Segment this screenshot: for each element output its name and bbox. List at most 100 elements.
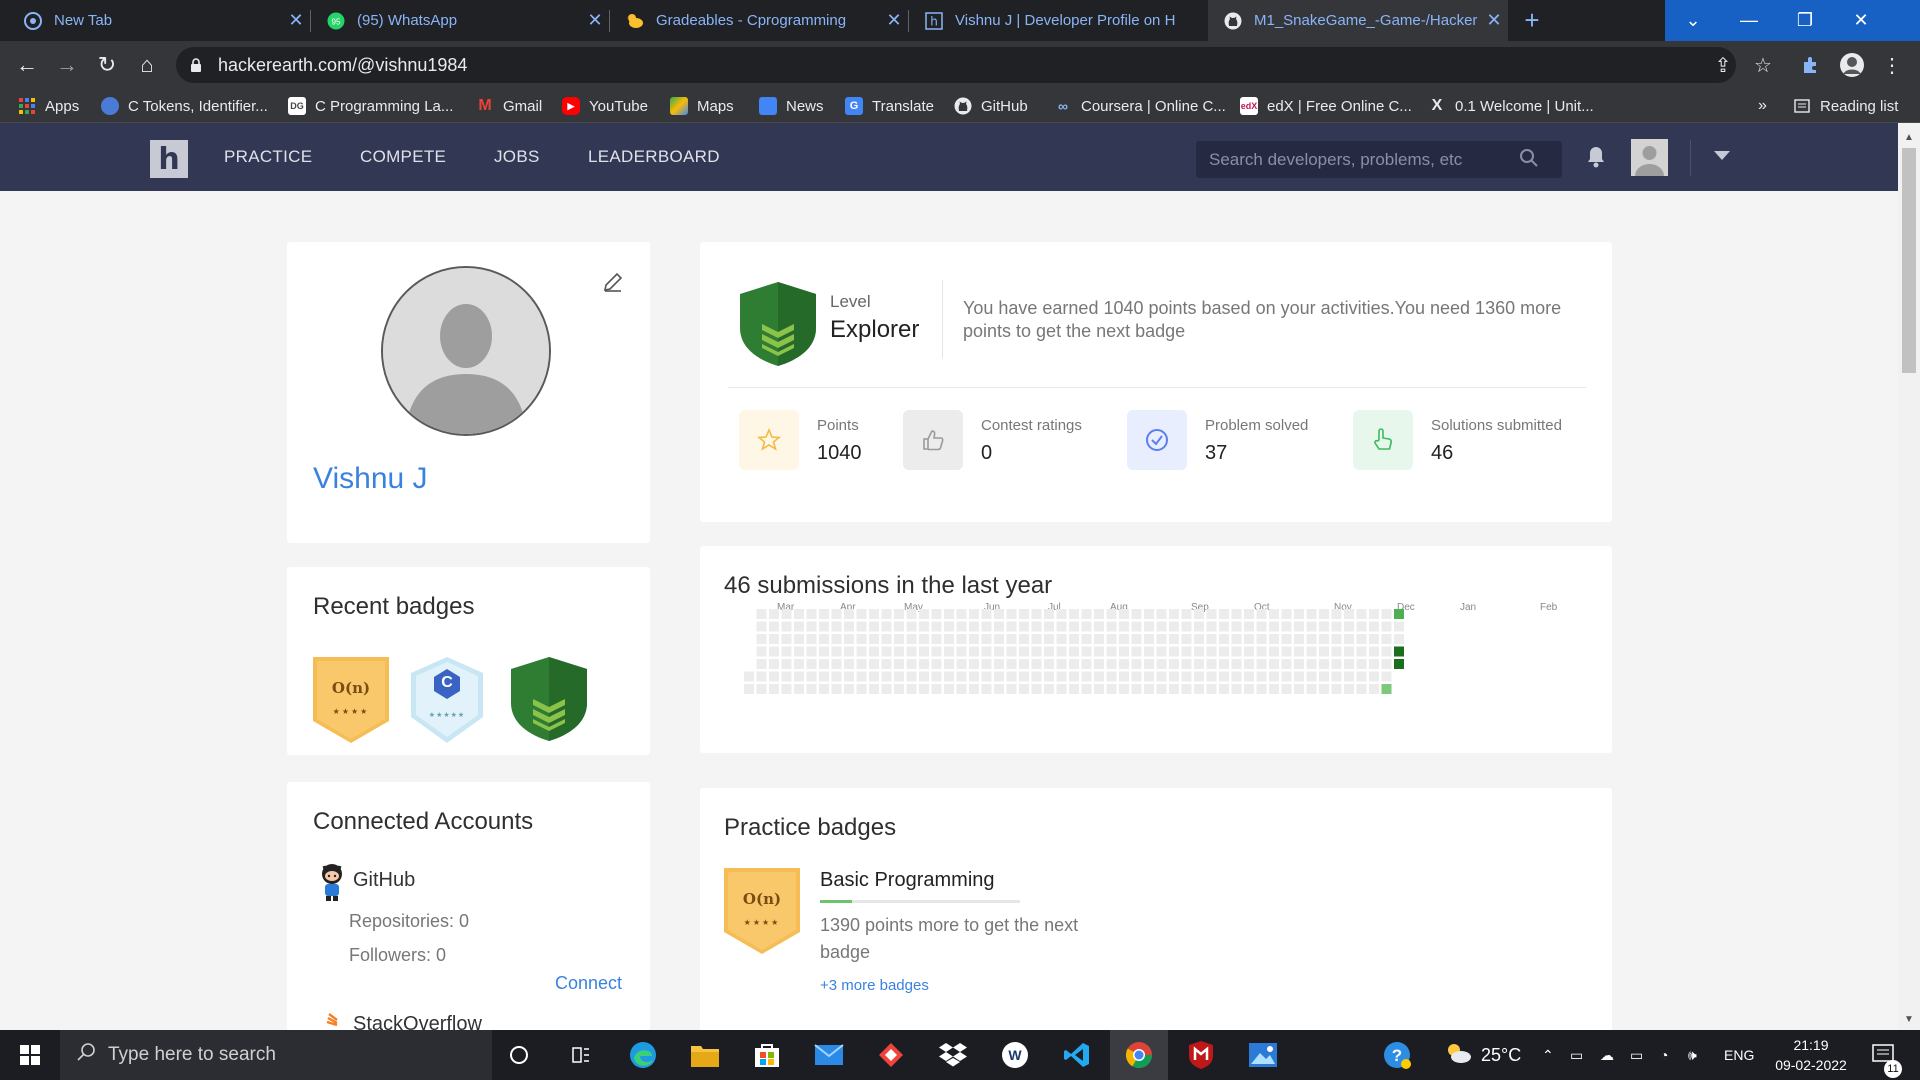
heatmap-cell[interactable] <box>994 659 1004 669</box>
heatmap-cell[interactable] <box>769 646 779 657</box>
heatmap-cell[interactable] <box>1106 634 1117 644</box>
menu-kebab-icon[interactable]: ⋮ <box>1876 49 1908 81</box>
bookmark-news[interactable]: News <box>759 89 824 123</box>
restore-button[interactable]: ❐ <box>1777 0 1833 41</box>
heatmap-cell[interactable] <box>1019 609 1029 619</box>
heatmap-cell[interactable] <box>1281 634 1292 644</box>
heatmap-cell[interactable] <box>1081 671 1092 682</box>
close-icon[interactable]: ✕ <box>581 10 609 31</box>
volume-icon[interactable]: 🕪 <box>1688 1030 1697 1080</box>
heatmap-cell[interactable] <box>1269 621 1279 632</box>
profile-avatar-icon[interactable] <box>1836 49 1868 81</box>
heatmap-cell[interactable] <box>756 684 767 694</box>
heatmap-cell[interactable] <box>1019 671 1029 682</box>
dropbox-icon[interactable] <box>924 1030 982 1080</box>
heatmap-cell[interactable] <box>831 621 842 632</box>
practice-badge-name[interactable]: Basic Programming <box>820 869 995 892</box>
heatmap-cell[interactable] <box>831 659 842 669</box>
heatmap-cell[interactable] <box>1031 621 1042 632</box>
heatmap-cell[interactable] <box>1244 684 1254 694</box>
heatmap-cell[interactable] <box>944 671 954 682</box>
heatmap-cell[interactable] <box>1094 671 1104 682</box>
heatmap-cell[interactable] <box>881 609 892 619</box>
heatmap-cell[interactable] <box>969 609 979 619</box>
heatmap-cell[interactable] <box>956 659 967 669</box>
heatmap-cell[interactable] <box>1381 646 1392 657</box>
photos-icon[interactable] <box>1234 1030 1292 1080</box>
heatmap-cell[interactable] <box>1294 659 1304 669</box>
forward-button[interactable]: → <box>51 49 83 81</box>
close-window-button[interactable]: ✕ <box>1833 0 1889 41</box>
heatmap-cell[interactable] <box>894 634 904 644</box>
heatmap-cell[interactable] <box>1081 621 1092 632</box>
heatmap-cell[interactable] <box>1394 646 1404 657</box>
heatmap-cell[interactable] <box>1019 659 1029 669</box>
heatmap-cell[interactable] <box>781 671 792 682</box>
heatmap-cell[interactable] <box>1056 634 1067 644</box>
heatmap-cell[interactable] <box>769 621 779 632</box>
heatmap-cell[interactable] <box>1281 671 1292 682</box>
heatmap-cell[interactable] <box>919 659 929 669</box>
heatmap-cell[interactable] <box>819 684 829 694</box>
heatmap-cell[interactable] <box>1156 684 1167 694</box>
heatmap-cell[interactable] <box>819 646 829 657</box>
heatmap-cell[interactable] <box>1244 671 1254 682</box>
heatmap-cell[interactable] <box>1094 634 1104 644</box>
heatmap-cell[interactable] <box>1319 609 1329 619</box>
heatmap-cell[interactable] <box>1244 621 1254 632</box>
heatmap-cell[interactable] <box>1219 671 1229 682</box>
heatmap-cell[interactable] <box>1294 634 1304 644</box>
heatmap-cell[interactable] <box>981 671 992 682</box>
bookmarks-overflow-button[interactable]: » <box>1758 89 1767 123</box>
heatmap-cell[interactable] <box>956 609 967 619</box>
heatmap-cell[interactable] <box>769 671 779 682</box>
heatmap-cell[interactable] <box>1319 621 1329 632</box>
heatmap-cell[interactable] <box>869 634 879 644</box>
heatmap-cell[interactable] <box>1281 609 1292 619</box>
heatmap-cell[interactable] <box>1344 659 1354 669</box>
search-icon[interactable] <box>1519 148 1539 171</box>
heatmap-cell[interactable] <box>1144 671 1154 682</box>
bookmark-translate[interactable]: G Translate <box>845 89 934 123</box>
heatmap-cell[interactable] <box>1119 646 1129 657</box>
heatmap-cell[interactable] <box>1394 609 1404 619</box>
heatmap-cell[interactable] <box>969 634 979 644</box>
heatmap-cell[interactable] <box>781 621 792 632</box>
heatmap-cell[interactable] <box>1331 659 1342 669</box>
heatmap-cell[interactable] <box>869 621 879 632</box>
bookmark-apps[interactable]: Apps <box>18 89 79 123</box>
nav-practice[interactable]: PRACTICE <box>224 123 312 191</box>
user-avatar[interactable] <box>1631 139 1668 176</box>
bookmark-star-icon[interactable]: ☆ <box>1747 49 1779 81</box>
heatmap-cell[interactable] <box>831 609 842 619</box>
heatmap-cell[interactable] <box>1031 671 1042 682</box>
heatmap-cell[interactable] <box>1169 671 1179 682</box>
clock[interactable]: 21:19 09-02-2022 <box>1766 1030 1856 1080</box>
edge-icon[interactable] <box>614 1030 672 1080</box>
heatmap-cell[interactable] <box>794 609 804 619</box>
heatmap-cell[interactable] <box>1356 646 1367 657</box>
heatmap-cell[interactable] <box>1394 659 1404 669</box>
heatmap-cell[interactable] <box>1344 621 1354 632</box>
heatmap-cell[interactable] <box>1231 671 1242 682</box>
heatmap-cell[interactable] <box>1106 671 1117 682</box>
heatmap-cell[interactable] <box>956 621 967 632</box>
heatmap-cell[interactable] <box>919 646 929 657</box>
heatmap-cell[interactable] <box>1169 621 1179 632</box>
heatmap-cell[interactable] <box>994 621 1004 632</box>
heatmap-cell[interactable] <box>1231 659 1242 669</box>
heatmap-cell[interactable] <box>1144 609 1154 619</box>
heatmap-cell[interactable] <box>894 646 904 657</box>
vscode-icon[interactable] <box>1048 1030 1106 1080</box>
heatmap-cell[interactable] <box>1219 634 1229 644</box>
bookmark-maps[interactable]: Maps <box>670 89 734 123</box>
heatmap-cell[interactable] <box>1181 634 1192 644</box>
heatmap-cell[interactable] <box>1244 609 1254 619</box>
heatmap-cell[interactable] <box>1194 684 1204 694</box>
heatmap-cell[interactable] <box>981 684 992 694</box>
heatmap-cell[interactable] <box>994 671 1004 682</box>
heatmap-cell[interactable] <box>844 671 854 682</box>
heatmap-cell[interactable] <box>1056 684 1067 694</box>
heatmap-cell[interactable] <box>1119 684 1129 694</box>
heatmap-cell[interactable] <box>769 634 779 644</box>
